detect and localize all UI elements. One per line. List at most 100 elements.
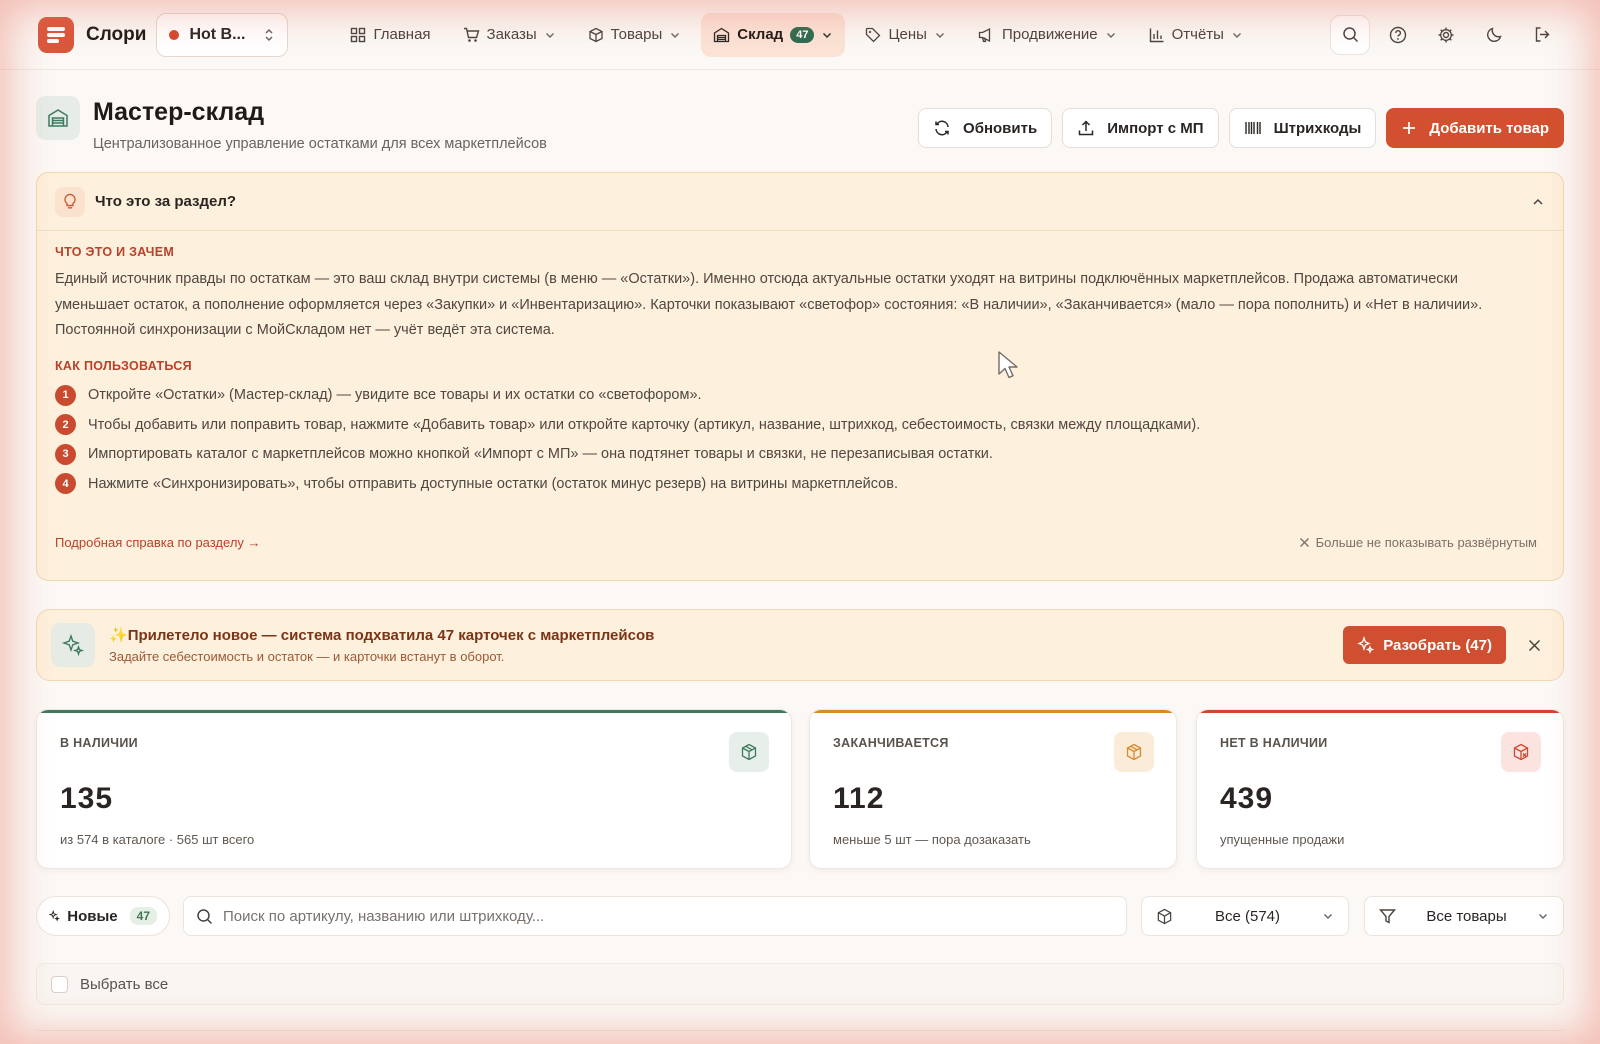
- sort-new-button-label: Разобрать (47): [1383, 636, 1492, 654]
- select-all-checkbox[interactable]: [51, 975, 68, 993]
- what-section-text: Единый источник правды по остаткам — это…: [55, 271, 1483, 338]
- nav-item-warehouse[interactable]: Склад 47: [701, 12, 846, 57]
- sparkle-emoji: ✨: [109, 627, 128, 644]
- search-icon: [1342, 27, 1358, 43]
- app-logo[interactable]: [38, 16, 74, 53]
- moon-icon: [1486, 27, 1502, 42]
- search-icon: [197, 908, 213, 924]
- kpi-note: меньше 5 шт — пора дозаказать: [833, 832, 1031, 847]
- new-cards-banner: ✨Прилетело новое — система подхватила 47…: [36, 609, 1564, 681]
- sparkles-icon-box: [51, 623, 95, 667]
- info-panel-body: ЧТО ЭТО И ЗАЧЕМ Единый источник правды п…: [37, 231, 1563, 499]
- chevron-down-icon: [671, 32, 680, 38]
- import-button[interactable]: Импорт с МП: [1062, 108, 1219, 148]
- store-selector[interactable]: Hot B...: [156, 12, 289, 57]
- kpi-label: НЕТ В НАЛИЧИИ: [1220, 736, 1328, 750]
- chevron-down-icon: [935, 32, 944, 38]
- store-selector-value: Hot B...: [189, 25, 246, 43]
- sort-new-button[interactable]: Разобрать (47): [1343, 626, 1506, 664]
- select-all-label: Выбрать все: [80, 975, 169, 993]
- step-number: 4: [55, 473, 76, 495]
- list-item: 1 Откройте «Остатки» (Мастер-склад) — уви…: [55, 381, 1545, 411]
- settings-button[interactable]: [1426, 15, 1466, 55]
- sparkles-icon: [61, 633, 85, 657]
- search-box: [183, 896, 1127, 936]
- cart-icon: [463, 27, 479, 42]
- stock-status-select[interactable]: Все (574): [1141, 896, 1349, 936]
- how-section-title: КАК ПОЛЬЗОВАТЬСЯ: [55, 358, 192, 373]
- close-icon[interactable]: [1528, 639, 1541, 652]
- kpi-icon-box: [1501, 732, 1541, 772]
- page-icon: [36, 96, 80, 140]
- package-icon: [1157, 908, 1172, 924]
- step-number: 2: [55, 414, 76, 436]
- warehouse-icon: [714, 27, 730, 42]
- new-items-count-badge: 47: [129, 907, 157, 925]
- refresh-button-label: Обновить: [963, 119, 1038, 137]
- refresh-button[interactable]: Обновить: [918, 108, 1053, 148]
- chevron-down-icon: [823, 32, 832, 38]
- banner-title-text: Прилетело новое — система подхватила 47 …: [127, 627, 655, 644]
- add-product-button[interactable]: Добавить товар: [1386, 108, 1564, 148]
- theme-toggle[interactable]: [1474, 15, 1514, 55]
- nav-item-products[interactable]: Товары: [576, 13, 694, 57]
- step-text: Откройте «Остатки» (Мастер-склад) — увид…: [88, 387, 702, 404]
- help-button[interactable]: [1378, 15, 1418, 55]
- warehouse-icon: [48, 109, 68, 127]
- chevron-up-icon[interactable]: [1531, 195, 1545, 209]
- nav-item-label: Товары: [610, 26, 663, 43]
- package-icon: [1126, 743, 1142, 761]
- nav-item-label: Продвижение: [1001, 26, 1098, 43]
- filters-bar: Новые 47 Все (574) Все товары: [36, 896, 1564, 936]
- kpi-card-out-of-stock[interactable]: НЕТ В НАЛИЧИИ 439 упущенные продажи: [1196, 709, 1564, 869]
- what-section-title: ЧТО ЭТО И ЗАЧЕМ: [55, 245, 175, 259]
- list-item: 3 Импортировать каталог с маркетплейсов м…: [55, 440, 1545, 470]
- logout-button[interactable]: [1522, 15, 1562, 55]
- package-x-icon: [1513, 743, 1529, 761]
- add-product-button-label: Добавить товар: [1429, 119, 1549, 137]
- upload-icon: [1078, 120, 1094, 136]
- grid-icon: [351, 27, 366, 42]
- search-input[interactable]: [223, 907, 1103, 925]
- stock-status-select-value: Все (574): [1214, 907, 1281, 925]
- nav-item-reports[interactable]: Отчёты: [1137, 13, 1255, 57]
- new-items-filter-chip[interactable]: Новые 47: [36, 896, 170, 936]
- kpi-label: ЗАКАНЧИВАЕТСЯ: [833, 736, 949, 750]
- chevron-down-icon: [1324, 914, 1332, 919]
- main-nav: Главная Заказы Товары Склад 47 Цены Прод…: [338, 12, 1255, 57]
- kpi-note: из 574 в каталоге · 565 шт всего: [60, 832, 255, 847]
- kpi-icon-box: [1114, 732, 1154, 772]
- header-actions: Обновить Импорт с МП Штрихкоды Добавить …: [918, 108, 1564, 148]
- new-items-chip-label: Новые: [67, 907, 118, 925]
- hide-expanded-button[interactable]: Больше не показывать развёрнутым: [1299, 535, 1537, 550]
- info-panel-footer: Подробная справка по разделу → Больше не…: [55, 535, 1537, 550]
- nav-item-label: Главная: [373, 26, 431, 43]
- product-filter-select[interactable]: Все товары: [1364, 896, 1564, 936]
- barcode-icon: [1244, 122, 1261, 134]
- sparkles-icon: [49, 910, 60, 922]
- detailed-help-link[interactable]: Подробная справка по разделу →: [55, 535, 261, 550]
- nav-item-promotion[interactable]: Продвижение: [966, 13, 1129, 57]
- step-text: Чтобы добавить или поправить товар, нажм…: [88, 416, 1201, 433]
- chevron-down-icon: [545, 32, 554, 38]
- kpi-card-in-stock[interactable]: В НАЛИЧИИ 135 из 574 в каталоге · 565 шт…: [36, 709, 792, 869]
- kpi-card-running-low[interactable]: ЗАКАНЧИВАЕТСЯ 112 меньше 5 шт — пора доз…: [809, 709, 1177, 869]
- nav-item-home[interactable]: Главная: [338, 13, 442, 57]
- kpi-value: 439: [1220, 782, 1274, 815]
- warehouse-count-badge: 47: [790, 26, 815, 43]
- chevron-down-icon: [1106, 32, 1115, 38]
- nav-item-orders[interactable]: Заказы: [451, 13, 568, 57]
- list-item: 4 Нажмите «Синхронизировать», чтобы отпра…: [55, 469, 1545, 499]
- box-icon: [589, 27, 603, 42]
- hide-expanded-label: Больше не показывать развёрнутым: [1315, 535, 1537, 550]
- barcodes-button[interactable]: Штрихкоды: [1228, 108, 1377, 148]
- banner-title: ✨Прилетело новое — система подхватила 47…: [109, 626, 654, 644]
- nav-item-prices[interactable]: Цены: [853, 13, 958, 57]
- how-steps-list: 1 Откройте «Остатки» (Мастер-склад) — уви…: [55, 381, 1545, 499]
- bulb-icon-box: [55, 186, 85, 217]
- info-panel-header[interactable]: Что это за раздел?: [37, 173, 1563, 231]
- kpi-note: упущенные продажи: [1220, 832, 1345, 847]
- close-icon: [1299, 538, 1309, 547]
- search-button[interactable]: [1330, 14, 1370, 55]
- package-icon: [741, 743, 757, 761]
